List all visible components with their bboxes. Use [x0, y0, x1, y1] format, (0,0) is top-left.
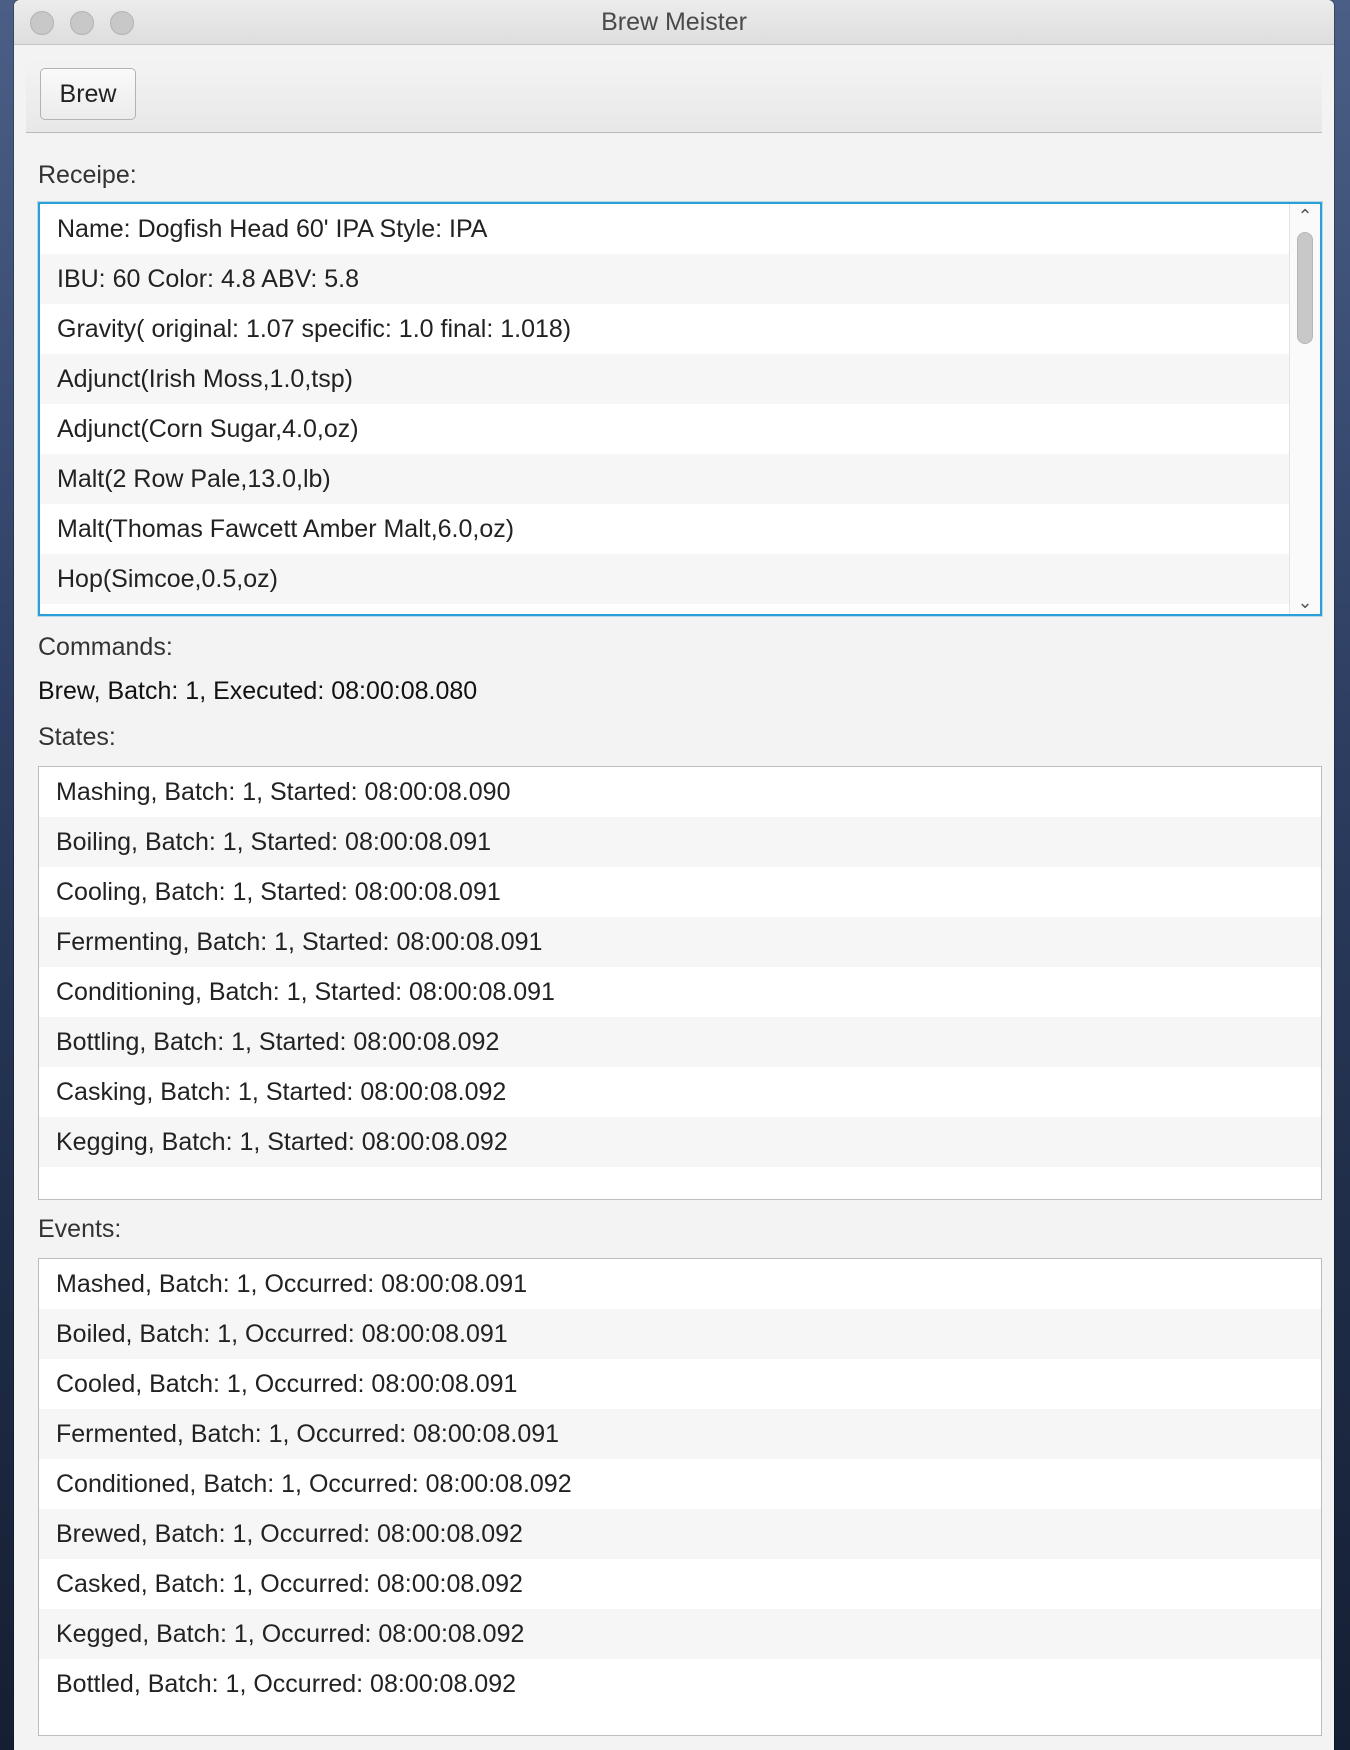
- recipe-list[interactable]: Name: Dogfish Head 60' IPA Style: IPA IB…: [38, 202, 1322, 616]
- recipe-item[interactable]: Malt(Thomas Fawcett Amber Malt,6.0,oz): [40, 504, 1290, 554]
- state-item[interactable]: Fermenting, Batch: 1, Started: 08:00:08.…: [39, 917, 1321, 967]
- state-item[interactable]: Mashing, Batch: 1, Started: 08:00:08.090: [39, 767, 1321, 817]
- scroll-down-arrow-icon[interactable]: ⌄: [1290, 590, 1320, 614]
- events-label: Events:: [38, 1215, 122, 1243]
- state-item[interactable]: Casking, Batch: 1, Started: 08:00:08.092: [39, 1067, 1321, 1117]
- recipe-item[interactable]: Name: Dogfish Head 60' IPA Style: IPA: [40, 204, 1290, 254]
- commands-label: Commands:: [38, 633, 173, 661]
- states-list[interactable]: Mashing, Batch: 1, Started: 08:00:08.090…: [38, 766, 1322, 1200]
- recipe-item[interactable]: Adjunct(Corn Sugar,4.0,oz): [40, 404, 1290, 454]
- recipe-item[interactable]: IBU: 60 Color: 4.8 ABV: 5.8: [40, 254, 1290, 304]
- states-label: States:: [38, 723, 116, 751]
- event-item[interactable]: Brewed, Batch: 1, Occurred: 08:00:08.092: [39, 1509, 1321, 1559]
- event-item[interactable]: Bottled, Batch: 1, Occurred: 08:00:08.09…: [39, 1659, 1321, 1709]
- state-item[interactable]: Cooling, Batch: 1, Started: 08:00:08.091: [39, 867, 1321, 917]
- event-item[interactable]: Kegged, Batch: 1, Occurred: 08:00:08.092: [39, 1609, 1321, 1659]
- state-item[interactable]: Bottling, Batch: 1, Started: 08:00:08.09…: [39, 1017, 1321, 1067]
- recipe-item[interactable]: Malt(2 Row Pale,13.0,lb): [40, 454, 1290, 504]
- recipe-label: Receipe:: [38, 161, 137, 189]
- recipe-scrollbar[interactable]: ⌃ ⌄: [1289, 204, 1320, 614]
- event-item[interactable]: Conditioned, Batch: 1, Occurred: 08:00:0…: [39, 1459, 1321, 1509]
- recipe-item[interactable]: Hop(Simcoe,0.5,oz): [40, 554, 1290, 604]
- toolbar: Brew: [26, 56, 1322, 133]
- command-status-text: Brew, Batch: 1, Executed: 08:00:08.080: [38, 677, 478, 705]
- app-window: Brew Meister Brew Receipe: Name: Dogfish…: [14, 0, 1334, 1750]
- window-title: Brew Meister: [601, 8, 747, 36]
- recipe-rows: Name: Dogfish Head 60' IPA Style: IPA IB…: [40, 204, 1290, 604]
- brew-button[interactable]: Brew: [40, 68, 136, 120]
- state-item[interactable]: Kegging, Batch: 1, Started: 08:00:08.092: [39, 1117, 1321, 1167]
- event-item[interactable]: Mashed, Batch: 1, Occurred: 08:00:08.091: [39, 1259, 1321, 1309]
- event-item[interactable]: Casked, Batch: 1, Occurred: 08:00:08.092: [39, 1559, 1321, 1609]
- recipe-item[interactable]: Adjunct(Irish Moss,1.0,tsp): [40, 354, 1290, 404]
- title-bar[interactable]: Brew Meister: [14, 0, 1334, 45]
- state-item[interactable]: Conditioning, Batch: 1, Started: 08:00:0…: [39, 967, 1321, 1017]
- events-list[interactable]: Mashed, Batch: 1, Occurred: 08:00:08.091…: [38, 1258, 1322, 1736]
- state-item[interactable]: Boiling, Batch: 1, Started: 08:00:08.091: [39, 817, 1321, 867]
- scroll-up-arrow-icon[interactable]: ⌃: [1290, 204, 1320, 228]
- event-item[interactable]: Cooled, Batch: 1, Occurred: 08:00:08.091: [39, 1359, 1321, 1409]
- event-item[interactable]: Boiled, Batch: 1, Occurred: 08:00:08.091: [39, 1309, 1321, 1359]
- scrollbar-thumb[interactable]: [1297, 232, 1313, 344]
- recipe-item[interactable]: Gravity( original: 1.07 specific: 1.0 fi…: [40, 304, 1290, 354]
- event-item[interactable]: Fermented, Batch: 1, Occurred: 08:00:08.…: [39, 1409, 1321, 1459]
